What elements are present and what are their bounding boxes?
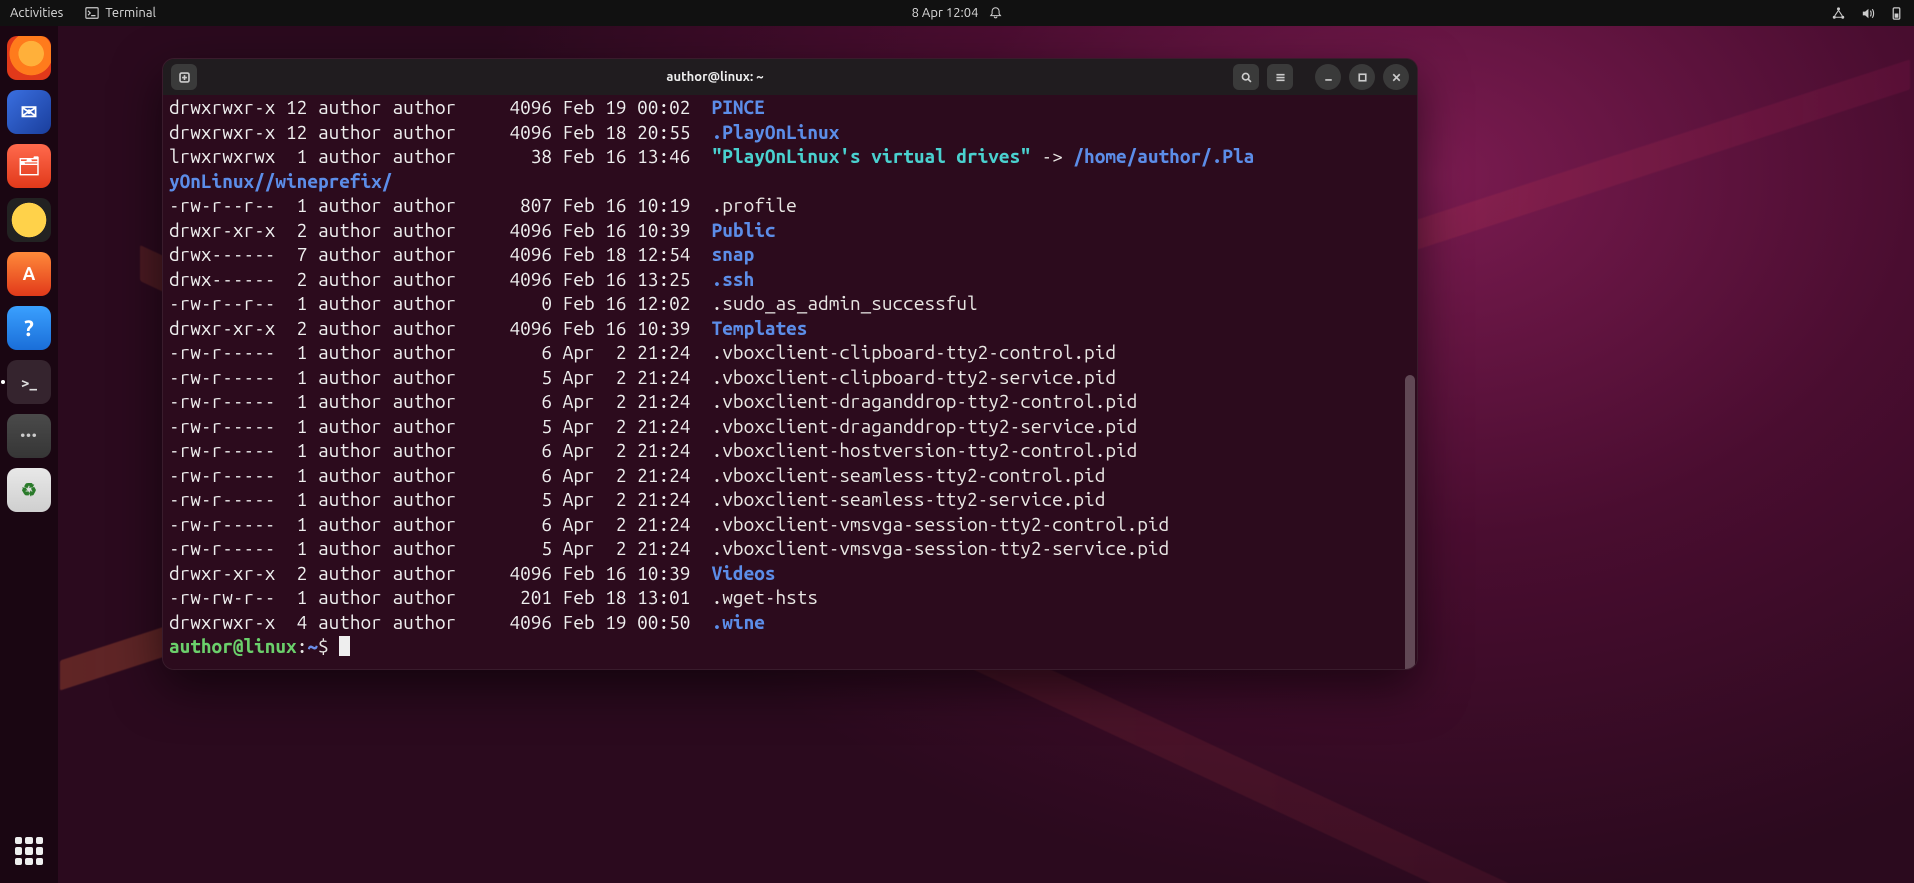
power-icon[interactable] (1889, 6, 1904, 21)
terminal-window: author@linux: ~ drwxrwxr-x 12 author aut… (162, 58, 1418, 670)
dock-rhythmbox[interactable] (7, 198, 51, 242)
ls-row: drwxr-xr-x 2 author author 4096 Feb 16 1… (169, 316, 1411, 341)
ls-row: drwxr-xr-x 2 author author 4096 Feb 16 1… (169, 561, 1411, 586)
prompt-sigil: $ (318, 635, 329, 657)
ls-row: -rw-r----- 1 author author 6 Apr 2 21:24… (169, 389, 1411, 414)
prompt-user: author (169, 635, 233, 657)
ls-row: -rw-r----- 1 author author 5 Apr 2 21:24… (169, 487, 1411, 512)
ls-row: lrwxrwxrwx 1 author author 38 Feb 16 13:… (169, 144, 1411, 169)
dock-files[interactable]: 🗂 (7, 144, 51, 188)
trash-icon: ♻ (21, 480, 37, 501)
ls-row: drwx------ 2 author author 4096 Feb 16 1… (169, 267, 1411, 292)
network-icon[interactable] (1831, 6, 1846, 21)
terminal-scrollbar[interactable] (1405, 375, 1415, 669)
files-icon: 🗂 (18, 156, 41, 177)
menu-button[interactable] (1267, 64, 1293, 90)
ls-row: -rw-r----- 1 author author 6 Apr 2 21:24… (169, 340, 1411, 365)
search-icon (1240, 71, 1253, 84)
ls-row: -rw-r----- 1 author author 6 Apr 2 21:24… (169, 438, 1411, 463)
maximize-button[interactable] (1349, 64, 1375, 90)
ls-row: -rw-r----- 1 author author 5 Apr 2 21:24… (169, 365, 1411, 390)
ls-row: -rw-r----- 1 author author 5 Apr 2 21:24… (169, 536, 1411, 561)
thunderbird-icon: ✉ (21, 100, 38, 124)
terminal-icon: >_ (21, 374, 37, 391)
prompt-at: @ (233, 635, 244, 657)
ls-row: -rw-r----- 1 author author 5 Apr 2 21:24… (169, 414, 1411, 439)
ls-row: drwxrwxr-x 12 author author 4096 Feb 18 … (169, 120, 1411, 145)
close-button[interactable] (1383, 64, 1409, 90)
help-icon: ? (24, 316, 34, 341)
ls-row: -rw-r--r-- 1 author author 807 Feb 16 10… (169, 193, 1411, 218)
minimize-icon (1322, 71, 1335, 84)
dock-trash[interactable]: ♻ (7, 468, 51, 512)
ls-row: -rw-r----- 1 author author 6 Apr 2 21:24… (169, 512, 1411, 537)
prompt-colon: : (297, 635, 308, 657)
shopping-bag-icon: A (23, 264, 36, 284)
dock-software[interactable]: A (7, 252, 51, 296)
dock-firefox[interactable] (7, 36, 51, 80)
focused-app-label: Terminal (105, 6, 156, 20)
search-button[interactable] (1233, 64, 1259, 90)
terminal-cursor (339, 636, 350, 656)
clock[interactable]: 8 Apr 12:04 (912, 6, 979, 20)
dock-thunderbird[interactable]: ✉ (7, 90, 51, 134)
ls-row: drwxrwxr-x 4 author author 4096 Feb 19 0… (169, 610, 1411, 635)
notification-bell-icon[interactable] (988, 6, 1002, 20)
dock-text-editor[interactable]: ••• (7, 414, 51, 458)
dock-terminal[interactable]: >_ (7, 360, 51, 404)
text-editor-icon: ••• (20, 429, 37, 443)
ls-row-wrap: yOnLinux//wineprefix/ (169, 169, 1411, 194)
window-titlebar[interactable]: author@linux: ~ (163, 59, 1417, 95)
new-tab-icon (178, 71, 191, 84)
dock-help[interactable]: ? (7, 306, 51, 350)
hamburger-icon (1274, 71, 1287, 84)
ls-row: drwx------ 7 author author 4096 Feb 18 1… (169, 242, 1411, 267)
maximize-icon (1356, 71, 1369, 84)
ls-row: -rw-rw-r-- 1 author author 201 Feb 18 13… (169, 585, 1411, 610)
prompt-path: ~ (307, 635, 318, 657)
minimize-button[interactable] (1315, 64, 1341, 90)
dock: ✉ 🗂 A ? >_ ••• ♻ (0, 26, 58, 883)
window-title: author@linux: ~ (205, 70, 1225, 84)
activities-button[interactable]: Activities (10, 6, 63, 20)
prompt-host: linux (243, 635, 296, 657)
terminal-app-icon (85, 6, 99, 20)
top-bar: Activities Terminal 8 Apr 12:04 (0, 0, 1914, 26)
terminal-output[interactable]: drwxrwxr-x 12 author author 4096 Feb 19 … (163, 95, 1417, 669)
focused-app-indicator[interactable]: Terminal (85, 6, 156, 20)
ls-row: -rw-r--r-- 1 author author 0 Feb 16 12:0… (169, 291, 1411, 316)
close-icon (1390, 71, 1403, 84)
ls-row: drwxrwxr-x 12 author author 4096 Feb 19 … (169, 95, 1411, 120)
ls-row: drwxr-xr-x 2 author author 4096 Feb 16 1… (169, 218, 1411, 243)
ls-row: -rw-r----- 1 author author 6 Apr 2 21:24… (169, 463, 1411, 488)
show-applications-button[interactable] (15, 837, 43, 865)
new-tab-button[interactable] (171, 64, 197, 90)
volume-icon[interactable] (1860, 6, 1875, 21)
